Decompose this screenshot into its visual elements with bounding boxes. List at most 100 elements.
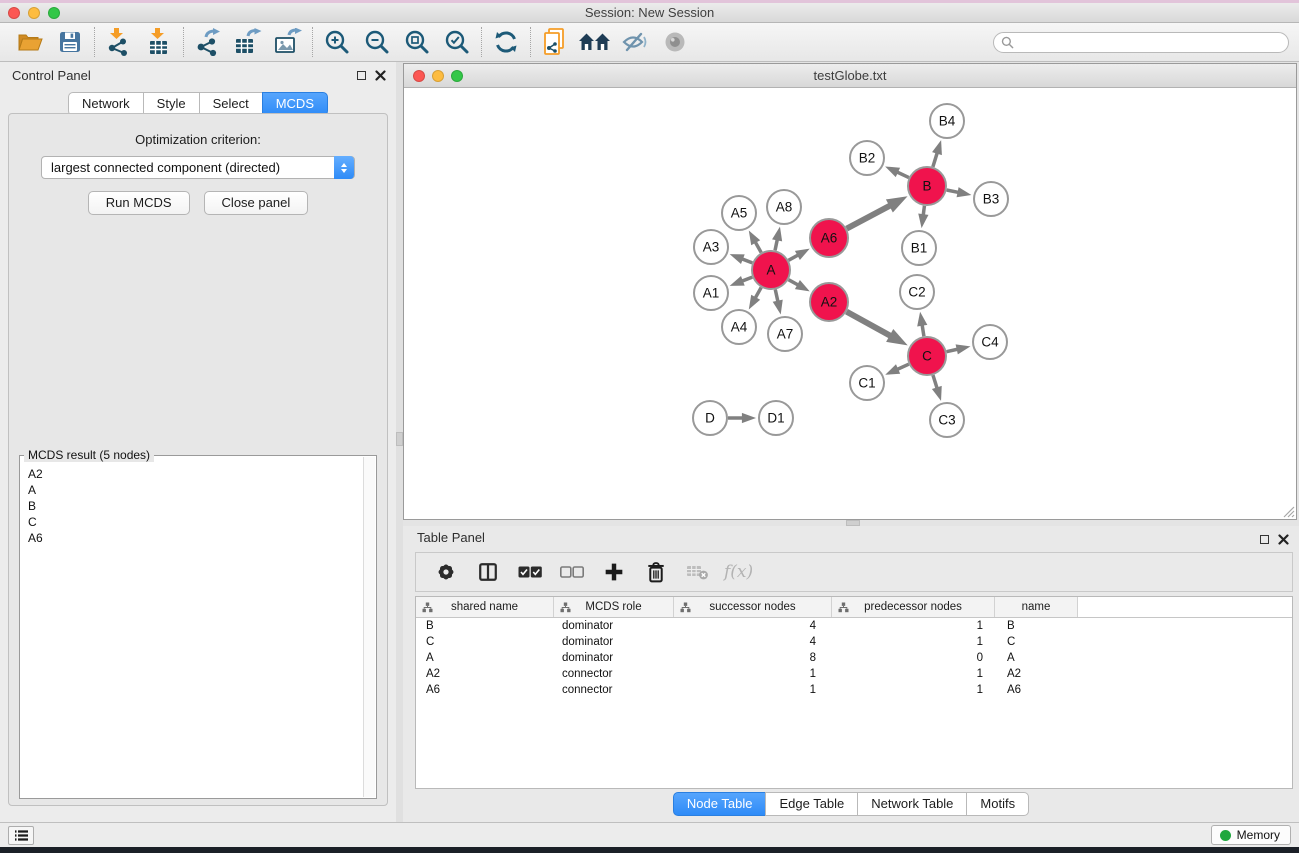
table-row[interactable]: Adominator80A (416, 650, 1292, 666)
column-header-shared-name[interactable]: shared name (416, 597, 554, 617)
column-header-predecessor-nodes[interactable]: predecessor nodes (832, 597, 995, 617)
open-session-button[interactable] (10, 26, 50, 58)
save-session-button[interactable] (50, 26, 90, 58)
network-canvas[interactable]: B4B2BB3A8A5A6A3B1AC2A1A2A4A7C4CC1C3DD1 (404, 88, 1296, 519)
table-cell[interactable]: 4 (674, 634, 832, 650)
table-cell[interactable]: 1 (832, 682, 995, 698)
toolbar-divider (530, 27, 531, 57)
close-window-button[interactable] (8, 7, 20, 19)
run-mcds-button[interactable]: Run MCDS (88, 191, 190, 215)
hide-selected-button[interactable] (615, 26, 655, 58)
float-panel-icon[interactable] (1260, 535, 1269, 544)
refresh-layout-button[interactable] (486, 26, 526, 58)
table-cell[interactable]: 4 (674, 618, 832, 634)
export-network-button[interactable] (188, 26, 228, 58)
column-header-successor-nodes[interactable]: successor nodes (674, 597, 832, 617)
column-header-MCDS-role[interactable]: MCDS role (554, 597, 674, 617)
result-item[interactable]: C (28, 514, 368, 530)
column-header-name[interactable]: name (995, 597, 1078, 617)
table-cell[interactable]: 1 (674, 682, 832, 698)
close-panel-button[interactable]: Close panel (204, 191, 309, 215)
graph-node-label: C (922, 349, 932, 364)
zoom-fit-button[interactable] (397, 26, 437, 58)
table-row[interactable]: Bdominator41B (416, 618, 1292, 634)
unselect-all-columns-button[interactable] (554, 556, 590, 588)
table-cell[interactable]: 1 (674, 666, 832, 682)
table-cell[interactable]: 1 (832, 634, 995, 650)
table-cell[interactable]: A (995, 650, 1078, 666)
memory-button[interactable]: Memory (1211, 825, 1291, 845)
tab-edge-table[interactable]: Edge Table (765, 792, 858, 816)
graph-arrowhead (749, 295, 760, 310)
table-cell[interactable]: A2 (416, 666, 554, 682)
table-cell[interactable]: B (416, 618, 554, 634)
table-cell[interactable]: 8 (674, 650, 832, 666)
network-zoom-button[interactable] (451, 70, 463, 82)
show-panels-button[interactable] (8, 826, 34, 845)
vertical-splitter-grip[interactable] (396, 432, 403, 446)
tab-network-table[interactable]: Network Table (857, 792, 967, 816)
vertical-splitter[interactable] (396, 62, 403, 822)
create-column-button[interactable] (596, 556, 632, 588)
table-row[interactable]: A2connector11A2 (416, 666, 1292, 682)
function-builder-button[interactable]: f(x) (724, 562, 753, 582)
result-item[interactable]: A6 (28, 530, 368, 546)
table-cell[interactable]: A2 (995, 666, 1078, 682)
close-panel-icon[interactable] (375, 70, 386, 81)
network-close-button[interactable] (413, 70, 425, 82)
table-cell[interactable]: 1 (832, 618, 995, 634)
zoom-window-button[interactable] (48, 7, 60, 19)
export-table-button[interactable] (228, 26, 268, 58)
zoom-selected-button[interactable] (437, 26, 477, 58)
show-hidden-button[interactable] (655, 26, 695, 58)
minimize-window-button[interactable] (28, 7, 40, 19)
graph-edge-A6-B[interactable] (847, 203, 895, 229)
graph-edge-A2-C[interactable] (847, 312, 896, 339)
tab-node-table[interactable]: Node Table (673, 792, 767, 816)
neighbors-icon-button[interactable] (575, 26, 615, 58)
table-cell[interactable]: dominator (554, 618, 674, 634)
optimization-criterion-select[interactable]: largest connected component (directed) (41, 156, 355, 179)
table-cell[interactable]: A (416, 650, 554, 666)
table-cell[interactable]: dominator (554, 650, 674, 666)
table-cell[interactable]: connector (554, 682, 674, 698)
show-columns-button[interactable] (470, 556, 506, 588)
zoom-in-button[interactable] (317, 26, 357, 58)
table-cell[interactable]: dominator (554, 634, 674, 650)
close-panel-icon[interactable] (1278, 534, 1289, 545)
result-item[interactable]: A (28, 482, 368, 498)
table-settings-button[interactable] (428, 556, 464, 588)
toolbar-search[interactable] (993, 32, 1289, 53)
delete-table-button[interactable] (680, 556, 716, 588)
table-cell[interactable]: 0 (832, 650, 995, 666)
network-minimize-button[interactable] (432, 70, 444, 82)
table-cell[interactable]: 1 (832, 666, 995, 682)
search-input[interactable] (1018, 36, 1278, 50)
select-all-columns-button[interactable] (512, 556, 548, 588)
result-item[interactable]: B (28, 498, 368, 514)
delete-column-button[interactable] (638, 556, 674, 588)
tab-motifs[interactable]: Motifs (966, 792, 1029, 816)
table-cell[interactable]: B (995, 618, 1078, 634)
graph-node-label: C1 (858, 376, 875, 391)
import-network-button[interactable] (99, 26, 139, 58)
duplicate-network-button[interactable] (535, 26, 575, 58)
mcds-result-box: MCDS result (5 nodes) A2ABCA6 (19, 455, 377, 799)
import-table-button[interactable] (139, 26, 179, 58)
network-view-window: testGlobe.txt B4B2BB3A8A5A6A3B1AC2A1A2A4… (403, 63, 1297, 520)
resize-grip-icon[interactable] (1282, 505, 1295, 518)
zoom-out-button[interactable] (357, 26, 397, 58)
export-image-button[interactable] (268, 26, 308, 58)
table-cell[interactable]: C (995, 634, 1078, 650)
table-cell[interactable]: A6 (995, 682, 1078, 698)
result-item[interactable]: A2 (28, 466, 368, 482)
table-cell[interactable]: connector (554, 666, 674, 682)
table-cell[interactable]: C (416, 634, 554, 650)
table-row[interactable]: Cdominator41C (416, 634, 1292, 650)
table-cell[interactable]: A6 (416, 682, 554, 698)
result-scrollbar[interactable] (363, 457, 375, 797)
graph-node-label: A (766, 263, 775, 278)
float-panel-icon[interactable] (357, 71, 366, 80)
table-row[interactable]: A6connector11A6 (416, 682, 1292, 698)
network-graph[interactable]: B4B2BB3A8A5A6A3B1AC2A1A2A4A7C4CC1C3DD1 (404, 88, 1296, 519)
